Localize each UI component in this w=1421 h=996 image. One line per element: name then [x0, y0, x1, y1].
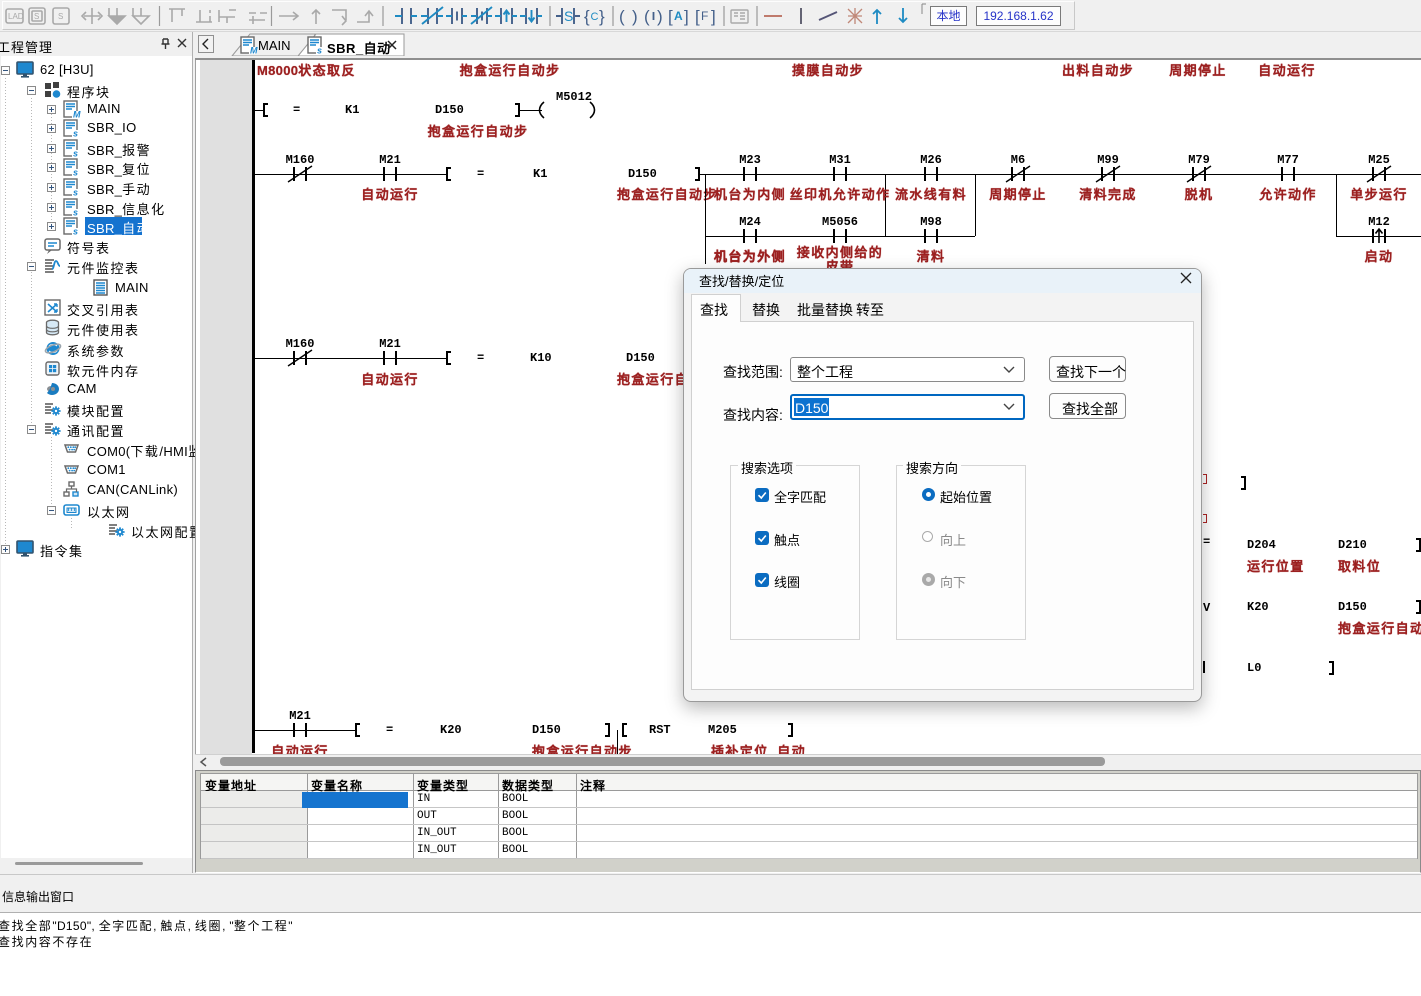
svg-text:s: s	[73, 188, 78, 198]
svg-text:{: {	[584, 7, 590, 26]
svg-text:[: [	[668, 7, 673, 26]
svg-text:(: (	[619, 7, 625, 26]
svg-text:S: S	[58, 12, 63, 21]
svg-text:C: C	[591, 11, 599, 23]
svg-text:): )	[657, 7, 663, 26]
svg-text:LAD: LAD	[8, 12, 24, 21]
svg-text:s: s	[73, 227, 78, 237]
svg-text:[: [	[695, 7, 700, 26]
svg-text:): )	[632, 7, 638, 26]
svg-text:S: S	[34, 12, 39, 21]
svg-text:M: M	[250, 46, 258, 56]
svg-text:A: A	[674, 9, 683, 23]
svg-text:M: M	[73, 110, 81, 120]
svg-text:F: F	[701, 9, 708, 23]
svg-text:(: (	[644, 7, 650, 26]
svg-text:s: s	[73, 129, 78, 139]
svg-text:]: ]	[684, 7, 689, 26]
svg-text:]: ]	[711, 7, 716, 26]
svg-text:s: s	[73, 168, 78, 178]
svg-text:s: s	[73, 208, 78, 218]
svg-text:s: s	[73, 149, 78, 159]
svg-text:S: S	[564, 8, 573, 24]
svg-text:}: }	[599, 7, 605, 26]
svg-text:s: s	[317, 46, 322, 56]
